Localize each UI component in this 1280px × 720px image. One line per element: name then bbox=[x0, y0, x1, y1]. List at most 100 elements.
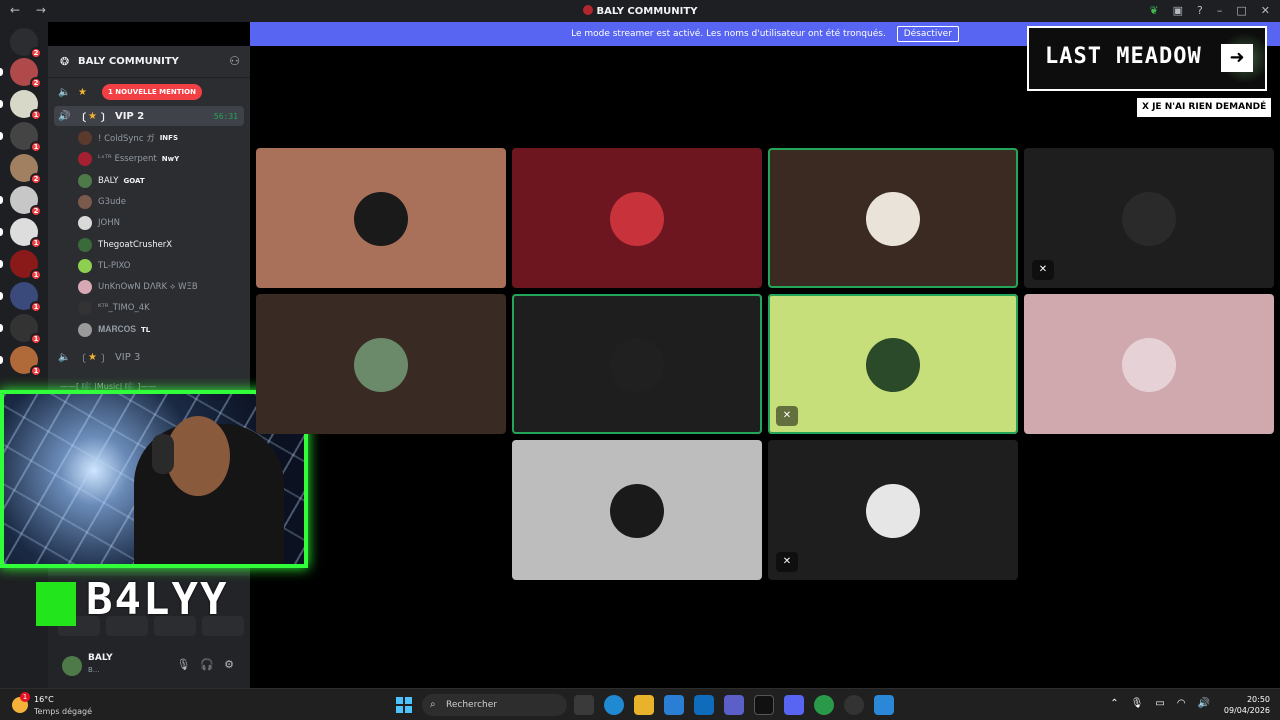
volume-icon[interactable]: 🔊 bbox=[1198, 698, 1210, 709]
voice-user[interactable]: 𝐌𝐀𝐑𝐂𝐎𝐒 TL bbox=[78, 320, 244, 340]
teams-icon[interactable] bbox=[724, 695, 744, 715]
inbox-icon[interactable]: ▣ bbox=[1173, 4, 1183, 17]
file-explorer-icon[interactable] bbox=[634, 695, 654, 715]
user-tag: INFS bbox=[159, 134, 178, 142]
server-icon[interactable]: 2 bbox=[0, 58, 42, 89]
chevron-up-icon[interactable]: ⌃ bbox=[1110, 698, 1118, 709]
system-tray: ⌃ 🎙 ▭ ◠ 🔊 bbox=[1110, 698, 1210, 709]
arrow-icon: ➜ bbox=[1221, 44, 1253, 72]
speaker-icon: 🔈 bbox=[58, 351, 71, 363]
minimize-icon[interactable]: – bbox=[1217, 4, 1223, 17]
avatar bbox=[610, 192, 664, 246]
nitro-leaf-icon[interactable]: ❦ bbox=[1149, 4, 1158, 17]
help-icon[interactable]: ? bbox=[1197, 4, 1203, 17]
voice-channel-vip3[interactable]: 🔈 〔 ★ 〕 VIP 3 bbox=[54, 347, 244, 367]
avatar bbox=[866, 192, 920, 246]
server-header[interactable]: ❂ BALY COMMUNITY ⚇ bbox=[48, 46, 250, 78]
voice-user[interactable]: BALY GOAT bbox=[78, 171, 244, 191]
voice-user[interactable]: UnKnOwN DΛRK ⟡ WΞB bbox=[78, 277, 244, 297]
server-icon[interactable]: 1 bbox=[0, 346, 42, 377]
discord-home-icon[interactable]: 2 bbox=[10, 28, 42, 59]
chrome-icon[interactable] bbox=[814, 695, 834, 715]
participant-tile[interactable] bbox=[512, 440, 762, 580]
server-name: BALY COMMUNITY bbox=[78, 56, 179, 67]
x-tag-label: X JE N'AI RIEN DEMANDÉ bbox=[1137, 98, 1272, 117]
windows-start-icon[interactable] bbox=[396, 697, 412, 713]
voice-user[interactable]: ᴷᵀᴿ_TIMO_4K bbox=[78, 298, 244, 318]
voice-user-name: G3ude bbox=[98, 196, 127, 207]
muted-mic-icon: ✕ bbox=[776, 552, 798, 572]
clock[interactable]: 20:50 09/04/2026 bbox=[1224, 694, 1270, 716]
server-icon[interactable]: 1 bbox=[0, 218, 42, 249]
avatar bbox=[610, 484, 664, 538]
window-title-text: BALY COMMUNITY bbox=[596, 6, 698, 17]
server-icon[interactable]: 1 bbox=[0, 250, 42, 281]
windows-taskbar: 1 16°C Temps dégagé ⌕ Rechercher ⌃ 🎙 ▭ ◠… bbox=[0, 688, 1280, 720]
server-icon[interactable]: 2 bbox=[10, 154, 42, 185]
user-tag: NwY bbox=[161, 155, 180, 164]
voice-user-name: ! ColdSync ガ bbox=[98, 134, 155, 144]
date: 09/04/2026 bbox=[1223, 706, 1270, 715]
weather-badge: 1 bbox=[20, 692, 30, 702]
voice-user[interactable]: JOHN bbox=[78, 213, 244, 233]
voice-user-name: JOHN bbox=[98, 218, 120, 229]
voice-user-name: UnKnOwN DΛRK ⟡ WΞB bbox=[98, 282, 198, 293]
avatar bbox=[78, 237, 92, 252]
voice-user[interactable]: ThegoatCrusherX bbox=[78, 235, 244, 255]
voice-user[interactable]: TL-PIXO bbox=[78, 256, 244, 276]
headphones-icon[interactable]: 🎧 bbox=[200, 658, 214, 671]
participant-tile[interactable]: ✕ bbox=[1024, 148, 1274, 288]
star-icon: ★ bbox=[78, 86, 87, 98]
microphone-icon[interactable]: 🎙 bbox=[176, 658, 190, 671]
participant-tile[interactable] bbox=[512, 294, 762, 434]
call-timer: 56:31 bbox=[213, 111, 238, 121]
edge-icon[interactable] bbox=[604, 695, 624, 715]
wifi-icon[interactable]: ◠ bbox=[1177, 698, 1186, 709]
server-icon[interactable]: 1 bbox=[0, 122, 42, 153]
participant-tile[interactable]: ✕ bbox=[768, 440, 1018, 580]
maximize-icon[interactable]: □ bbox=[1236, 4, 1246, 17]
discord-icon[interactable] bbox=[784, 695, 804, 715]
star-icon: ★ bbox=[88, 351, 97, 363]
taskbar-search[interactable]: ⌕ Rechercher bbox=[422, 694, 567, 716]
voice-channel-vip2[interactable]: 🔊 〔 ★ 〕 VIP 2 56:31 bbox=[54, 106, 244, 126]
speaker-icon: 🔊 bbox=[58, 110, 71, 122]
participant-tile[interactable] bbox=[256, 294, 506, 434]
voice-user[interactable]: ! ColdSync ガ INFS bbox=[78, 128, 244, 148]
microphone-icon[interactable]: 🎙 bbox=[1131, 698, 1144, 709]
server-icon[interactable]: 1 bbox=[0, 282, 42, 313]
server-icon[interactable]: 2 bbox=[0, 186, 42, 217]
participant-tile[interactable] bbox=[1024, 294, 1274, 434]
avatar bbox=[78, 322, 92, 337]
new-mention-pill[interactable]: 1 NOUVELLE MENTION bbox=[102, 84, 202, 100]
avatar bbox=[78, 194, 92, 209]
terminal-icon[interactable] bbox=[754, 695, 774, 715]
voice-user-name: TL-PIXO bbox=[98, 260, 131, 271]
obs-icon[interactable] bbox=[844, 695, 864, 715]
avatar[interactable] bbox=[62, 656, 82, 676]
avatar bbox=[78, 258, 92, 273]
server-icon[interactable]: 1 bbox=[0, 90, 42, 121]
participant-tile[interactable]: ✕ bbox=[768, 294, 1018, 434]
voice-user[interactable]: ᴸˣᵀᴿ Esserpent NwY bbox=[78, 149, 244, 169]
participant-tile[interactable] bbox=[512, 148, 762, 288]
avatar bbox=[1122, 192, 1176, 246]
close-icon[interactable]: ✕ bbox=[1261, 4, 1270, 17]
voice-user[interactable]: G3ude bbox=[78, 192, 244, 212]
invite-icon[interactable]: ⚇ bbox=[229, 54, 240, 68]
outlook-icon[interactable] bbox=[694, 695, 714, 715]
server-icon[interactable]: 1 bbox=[0, 314, 42, 345]
user-name: BALY bbox=[88, 653, 113, 663]
weather-condition: Temps dégagé bbox=[34, 707, 93, 716]
search-placeholder: Rechercher bbox=[446, 700, 497, 710]
store-icon[interactable] bbox=[664, 695, 684, 715]
avatar bbox=[354, 192, 408, 246]
security-shield-icon[interactable] bbox=[874, 695, 894, 715]
settings-gear-icon[interactable]: ⚙ bbox=[224, 658, 234, 671]
participant-tile[interactable] bbox=[256, 148, 506, 288]
disable-streamer-button[interactable]: Désactiver bbox=[896, 26, 959, 42]
monitor-icon[interactable]: ▭ bbox=[1155, 698, 1164, 709]
task-view-icon[interactable] bbox=[574, 695, 594, 715]
participant-tile[interactable] bbox=[768, 148, 1018, 288]
user-tag: GOAT bbox=[123, 176, 145, 185]
